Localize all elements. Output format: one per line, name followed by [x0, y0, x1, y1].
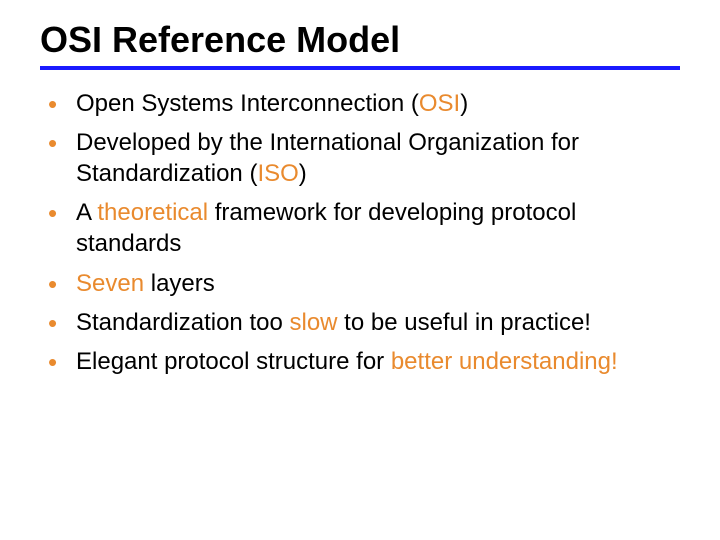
text-highlight: Seven [76, 270, 144, 297]
text-plain: ) [299, 160, 307, 187]
text-plain: Standardization too [76, 309, 289, 336]
text-highlight: ! [611, 348, 618, 375]
text-plain: Elegant protocol structure for [76, 348, 391, 375]
page-title: OSI Reference Model [40, 20, 680, 60]
list-item: Open Systems Interconnection (OSI) [48, 88, 680, 127]
text-highlight: slow [289, 309, 337, 336]
text-highlight: better understanding [391, 348, 611, 375]
list-item: Developed by the International Organizat… [48, 127, 680, 197]
bullet-list: Open Systems Interconnection (OSI) Devel… [40, 88, 680, 386]
text-highlight: ISO [257, 160, 298, 187]
text-plain: Open Systems Interconnection ( [76, 90, 419, 117]
list-item: A theoretical framework for developing p… [48, 197, 680, 267]
text-plain: ) [460, 90, 468, 117]
list-item: Elegant protocol structure for better un… [48, 346, 680, 385]
text-plain: to be useful in practice! [338, 309, 591, 336]
text-highlight: OSI [419, 90, 460, 117]
text-highlight: theoretical [97, 199, 208, 226]
slide: OSI Reference Model Open Systems Interco… [0, 0, 720, 540]
title-underline [40, 66, 680, 70]
text-plain: layers [144, 270, 215, 297]
list-item: Seven layers [48, 268, 680, 307]
text-plain: A [76, 199, 97, 226]
text-plain: Developed by the International Organizat… [76, 129, 579, 187]
list-item: Standardization too slow to be useful in… [48, 307, 680, 346]
